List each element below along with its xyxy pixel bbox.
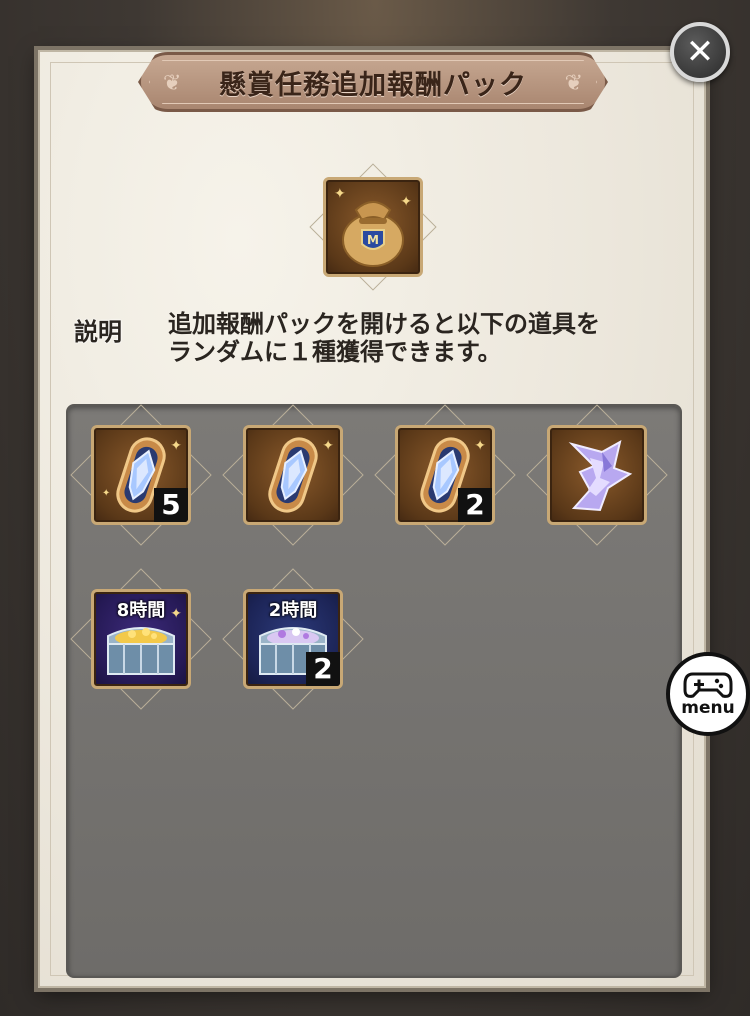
close-icon: ✕	[685, 32, 715, 72]
crystal-capsule-icon: ✦ 2	[395, 425, 495, 525]
dialog-title: 懸賞任務追加報酬パック	[219, 69, 527, 101]
reward-item-1[interactable]: ✦ ✦ 5	[70, 404, 212, 546]
description-line-2: ランダムに１種獲得できます。	[168, 338, 502, 366]
description-label: 説明	[74, 318, 122, 346]
gamepad-icon	[683, 672, 733, 698]
item-count: 5	[154, 488, 188, 522]
pack-icon-frame: M ✦ ✦	[309, 163, 437, 291]
reward-item-4[interactable]	[526, 404, 668, 546]
reward-item-3[interactable]: ✦ 2	[374, 404, 516, 546]
reward-bag-icon: M ✦ ✦	[323, 177, 423, 277]
reward-item-5[interactable]: ✦ 8時間	[70, 568, 212, 710]
gold-chest-icon: ✦ 8時間	[91, 589, 191, 689]
item-count: 2	[458, 488, 492, 522]
crystal-shard-icon	[547, 425, 647, 525]
flourish-left-icon: ❦	[163, 71, 182, 96]
item-count: 2	[306, 652, 340, 686]
menu-button[interactable]: menu	[666, 652, 750, 736]
gem-chest-icon: 2時間 2	[243, 589, 343, 689]
reward-item-6[interactable]: 2時間 2	[222, 568, 364, 710]
duration-label: 2時間	[268, 600, 318, 621]
title-banner: ❦ 懸賞任務追加報酬パック ❦	[138, 52, 608, 112]
menu-label: menu	[681, 698, 735, 718]
crystal-capsule-icon: ✦	[243, 425, 343, 525]
close-button[interactable]: ✕	[670, 22, 730, 82]
svg-text:M: M	[367, 233, 379, 247]
flourish-right-icon: ❦	[564, 71, 583, 96]
description-text: 追加報酬パックを開けると以下の道具を ランダムに１種獲得できます。	[168, 310, 678, 366]
description-line-1: 追加報酬パックを開けると以下の道具を	[168, 310, 600, 338]
duration-label: 8時間	[116, 600, 166, 621]
crystal-capsule-icon: ✦ ✦ 5	[91, 425, 191, 525]
reward-item-2[interactable]: ✦	[222, 404, 364, 546]
